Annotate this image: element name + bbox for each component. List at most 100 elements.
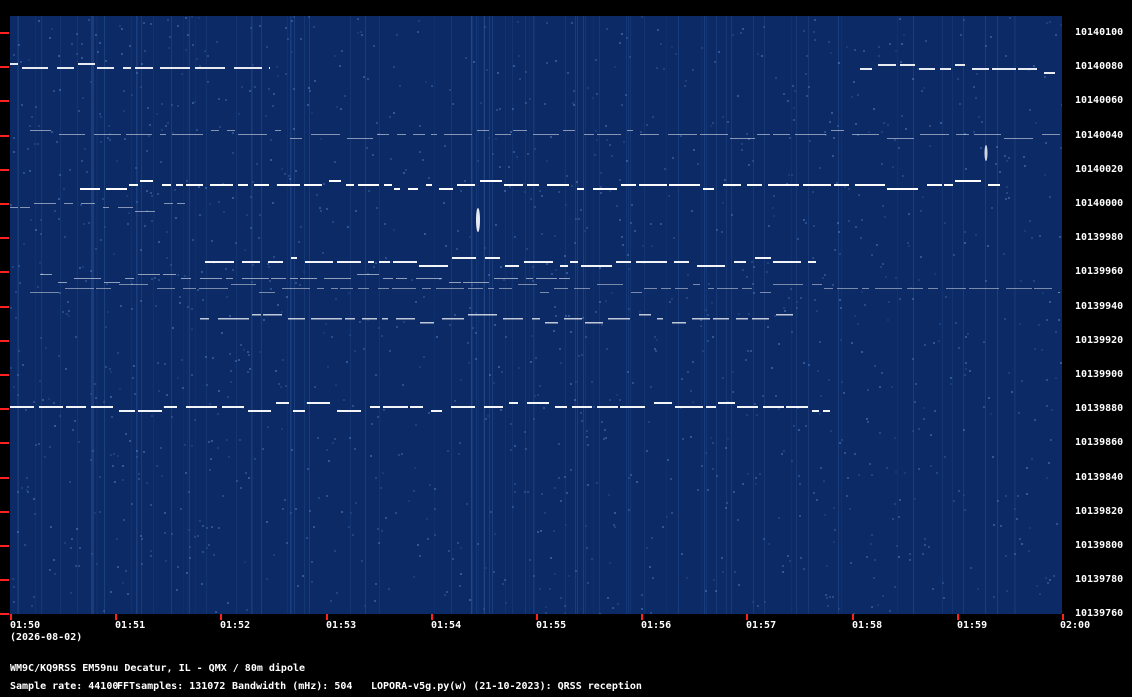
noise-speckle bbox=[858, 194, 860, 196]
noise-speckle bbox=[701, 465, 703, 467]
noise-speckle bbox=[293, 16, 295, 18]
noise-speckle bbox=[140, 300, 142, 302]
noise-speckle bbox=[291, 51, 293, 53]
noise-speckle bbox=[318, 497, 320, 499]
noise-speckle bbox=[74, 420, 76, 422]
noise-speckle bbox=[181, 73, 183, 75]
noise-speckle bbox=[920, 210, 922, 212]
noise-speckle bbox=[509, 186, 511, 188]
noise-speckle bbox=[141, 563, 143, 565]
noise-speckle bbox=[1044, 174, 1046, 176]
noise-speckle bbox=[778, 517, 780, 519]
noise-speckle bbox=[164, 512, 166, 514]
signal-segment bbox=[862, 288, 869, 289]
noise-speckle bbox=[235, 360, 237, 362]
noise-speckle bbox=[346, 361, 348, 363]
noise-speckle bbox=[308, 16, 310, 18]
signal-segment bbox=[1044, 72, 1055, 74]
noise-speckle bbox=[166, 394, 168, 396]
signal-segment bbox=[564, 318, 582, 320]
noise-speckle bbox=[29, 170, 31, 172]
noise-speckle bbox=[30, 219, 32, 221]
noise-speckle bbox=[854, 315, 856, 317]
signal-segment bbox=[988, 184, 1000, 186]
y-tick bbox=[0, 613, 9, 615]
noise-speckle bbox=[546, 62, 548, 64]
noise-speckle bbox=[196, 58, 198, 60]
noise-speckle bbox=[725, 507, 727, 509]
noise-speckle bbox=[614, 512, 616, 514]
noise-speckle bbox=[626, 160, 628, 162]
noise-speckle bbox=[272, 202, 274, 204]
signal-segment bbox=[675, 288, 688, 289]
software-info: LOPORA-v5g.py(w) (21-10-2023): QRSS rece… bbox=[371, 681, 642, 692]
x-tick-label: 01:59 bbox=[957, 620, 988, 631]
noise-speckle bbox=[838, 608, 840, 610]
noise-speckle bbox=[206, 384, 208, 386]
noise-speckle bbox=[901, 115, 903, 117]
noise-speckle bbox=[323, 332, 325, 334]
noise-speckle bbox=[483, 608, 485, 610]
noise-speckle bbox=[252, 64, 254, 66]
noise-speckle bbox=[225, 99, 227, 101]
noise-speckle bbox=[284, 499, 286, 501]
noise-speckle bbox=[117, 455, 119, 457]
noise-speckle bbox=[182, 387, 184, 389]
noise-speckle bbox=[33, 498, 35, 500]
noise-speckle bbox=[22, 364, 24, 366]
signal-segment bbox=[449, 282, 461, 283]
noise-speckle bbox=[988, 397, 990, 399]
noise-speckle bbox=[512, 108, 514, 110]
signal-segment bbox=[940, 68, 951, 70]
signal-segment bbox=[129, 184, 138, 186]
noise-speckle bbox=[207, 55, 209, 57]
noise-speckle bbox=[262, 448, 264, 450]
noise-speckle bbox=[49, 446, 51, 448]
noise-speckle bbox=[249, 368, 251, 370]
signal-segment bbox=[468, 288, 483, 289]
noise-speckle bbox=[924, 544, 926, 546]
noise-speckle bbox=[212, 357, 214, 359]
noise-speckle bbox=[813, 492, 815, 494]
noise-speckle bbox=[830, 52, 832, 54]
noise-speckle bbox=[357, 32, 359, 34]
noise-speckle bbox=[58, 55, 60, 57]
noise-speckle bbox=[930, 465, 932, 467]
signal-segment bbox=[644, 288, 657, 289]
noise-speckle bbox=[671, 512, 673, 514]
noise-speckle bbox=[850, 562, 852, 564]
noise-speckle bbox=[753, 292, 755, 294]
noise-speckle bbox=[532, 280, 534, 282]
signal-segment bbox=[834, 184, 849, 186]
signal-segment bbox=[654, 402, 672, 404]
noise-speckle bbox=[576, 181, 578, 183]
noise-speckle bbox=[537, 531, 539, 533]
noise-speckle bbox=[273, 554, 275, 556]
noise-speckle bbox=[652, 116, 654, 118]
signal-segment bbox=[324, 278, 351, 279]
noise-speckle bbox=[83, 223, 85, 225]
station-info: WM9C/KQ9RSS EM59nu Decatur, IL - QMX / 8… bbox=[10, 663, 306, 674]
noise-speckle bbox=[165, 560, 167, 562]
noise-streak bbox=[585, 16, 586, 614]
y-tick-label: 10139860 bbox=[1075, 437, 1124, 448]
noise-speckle bbox=[205, 356, 207, 358]
noise-speckle bbox=[575, 381, 577, 383]
noise-speckle bbox=[347, 226, 349, 228]
y-tick bbox=[0, 100, 9, 102]
signal-segment bbox=[457, 184, 475, 186]
noise-speckle bbox=[108, 125, 110, 127]
noise-speckle bbox=[80, 204, 82, 206]
sample-rate: Sample rate: 44100 bbox=[10, 681, 119, 692]
noise-speckle bbox=[434, 534, 436, 536]
noise-speckle bbox=[657, 29, 659, 31]
signal-segment bbox=[763, 406, 784, 408]
signal-segment bbox=[162, 184, 171, 186]
signal-segment bbox=[536, 278, 557, 279]
signal-segment bbox=[10, 406, 34, 408]
noise-speckle bbox=[500, 409, 502, 411]
noise-speckle bbox=[741, 149, 743, 151]
noise-speckle bbox=[748, 164, 750, 166]
noise-speckle bbox=[96, 563, 98, 565]
noise-speckle bbox=[352, 405, 354, 407]
